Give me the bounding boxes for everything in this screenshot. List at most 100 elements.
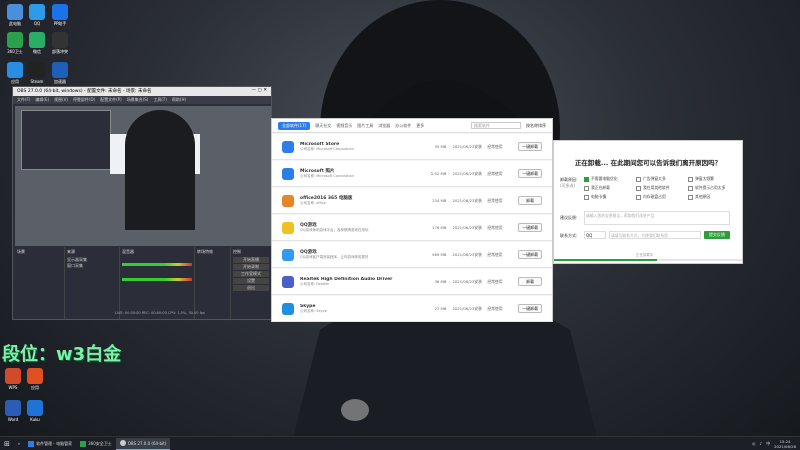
reason-checkbox[interactable]: 内存磁盘占用 [636,194,666,200]
reason-checkbox[interactable]: 软件提示占用太多 [688,185,725,191]
checkbox-box[interactable] [584,185,589,191]
taskbar-item[interactable]: 360安全卫士 [76,438,116,450]
exit-button[interactable]: 退出 [233,285,269,291]
contact-type-select[interactable]: QQ [584,231,606,239]
menu-file[interactable]: 文件(F) [17,97,30,103]
uninstall-survey-dialog[interactable]: 正在卸载... 在此期间您可以告诉我们离开原因吗？ 卸载原因: (可多选) 不需… [553,140,743,264]
obs-menu-bar: 文件(F) 编辑(E) 视图(V) 停靠部件(D) 配置文件(P) 场景集合(S) 工具(T… [13,96,271,104]
checkbox-box[interactable] [688,194,693,200]
obs-preview[interactable] [15,106,271,246]
mixer-dock[interactable]: 混音器 [120,247,195,319]
checkbox-box[interactable] [636,176,641,182]
tab-chat[interactable]: 聊天社交 [315,123,331,129]
desktop-icon[interactable]: 部落冲突 [47,32,73,55]
menu-view[interactable]: 视图(V) [54,97,68,103]
start-recording-button[interactable]: 开始录制 [233,264,269,270]
software-size: 36 MB [434,279,447,284]
kuku-icon [27,400,43,416]
uninstall-button[interactable]: 一键卸载 [518,142,543,151]
steam-icon [29,62,45,78]
contact-input[interactable]: 请填写联系方式，方便我们联系您 [609,231,701,239]
usage-frequency: 经常使用 [487,251,503,257]
tab-image-tools[interactable]: 图片工具 [357,123,373,129]
desktop-icon[interactable]: PP助手 [47,4,73,27]
software-row: Microsoft 照片 公司名称: Microsoft Corporation … [272,161,552,187]
dock-title: 场景 [17,249,25,254]
reason-checkbox[interactable]: 广告弹窗太多 [636,176,666,182]
checkbox-box[interactable] [636,194,641,200]
controls-dock[interactable]: 控制 开始直播 开始录制 工作室模式 设置 退出 [231,247,271,319]
transitions-dock[interactable]: 转场特效 [195,247,231,319]
progress-text: 正在卸载中 [636,253,654,257]
reason-checkbox[interactable]: 我在用其他软件 [636,185,670,191]
checkbox-box[interactable] [584,176,589,182]
uninstall-button[interactable]: 一键卸载 [518,169,543,178]
checkbox-box[interactable] [688,185,693,191]
checkbox-box[interactable] [636,185,641,191]
software-row: Realtek High Definition Audio Driver 公司名称… [272,269,552,295]
install-date: 2021/06/23安装 [452,278,482,284]
dock-title: 来源 [67,249,75,254]
word-icon [5,400,21,416]
taskbar-item[interactable]: 软件管理 - 电脑管家 [24,438,76,450]
uninstall-button[interactable]: 卸载 [518,277,543,286]
start-button[interactable]: ⊞ [0,438,14,450]
volume-meter[interactable] [122,263,192,266]
tab-more[interactable]: 更多 [416,123,424,129]
pp-icon [52,4,68,20]
app-icon [282,275,294,288]
software-desc: 公司名称: office [300,201,326,205]
suggest-textarea[interactable]: 请输入您的宝贵意见，帮助我们改进产品 [584,211,730,225]
menu-profile[interactable]: 配置文件(P) [100,97,122,103]
network-icon[interactable]: ◎ [752,441,756,446]
uninstall-button[interactable]: 卸载 [518,196,543,205]
desktop-icon[interactable]: Kuku [22,400,48,422]
settings-button[interactable]: 设置 [233,278,269,284]
scenes-dock[interactable]: 场景 [15,247,65,319]
checkbox-box[interactable] [688,176,693,182]
menu-docks[interactable]: 停靠部件(D) [73,97,95,103]
start-streaming-button[interactable]: 开始直播 [233,257,269,263]
obs-docks: 场景 来源 显示器采集 窗口采集 混音器 转场特效 控制 开始直播 开始录制 工作… [15,247,271,319]
obs-window[interactable]: OBS 27.0.0 (64-bit, windows) - 配置文件: 未命名… [12,86,272,320]
window-controls[interactable]: — ▢ ✕ [252,88,267,95]
search-input[interactable]: 搜索软件 [471,122,521,129]
ime-indicator[interactable]: 中 [766,441,770,447]
software-uninstaller-window[interactable]: 全部软件(17) 聊天社交 视频音乐 图片工具 浏览器 办公软件 更多 搜索软件… [271,118,553,322]
uninstall-button[interactable]: 一键卸载 [518,223,543,232]
tab-all-software[interactable]: 全部软件(17) [278,121,311,130]
reason-checkbox[interactable]: 其他原因 [688,194,710,200]
volume-icon[interactable]: ♪ [760,441,763,446]
desktop-icon[interactable]: 应用 [22,368,48,391]
menu-tools[interactable]: 工具(T) [153,97,167,103]
tab-browsers[interactable]: 浏览器 [378,123,390,129]
submit-feedback-button[interactable]: 提交反馈 [704,231,730,239]
clock[interactable]: 15:24 2021/06/28 [774,439,796,449]
volume-meter[interactable] [122,278,192,281]
taskbar-item[interactable]: OBS 27.0.0 (64-bit) [115,437,171,450]
sort-dropdown[interactable]: 按名称排序 [526,123,546,129]
menu-scene-collection[interactable]: 场景集合(S) [127,97,149,103]
studio-mode-button[interactable]: 工作室模式 [233,271,269,277]
software-desc: 公司名称: Realtek [300,281,330,286]
dock-title: 转场特效 [197,249,213,254]
install-date: 2021/06/23安装 [452,170,482,176]
obs-status-bar: LIVE: 00:00:00 REC: 00:00:00 CPU: 1.5%, … [115,311,205,315]
tab-office[interactable]: 办公软件 [395,123,411,129]
uninstall-button[interactable]: 一键卸载 [518,250,543,259]
reason-checkbox[interactable]: 弹窗太频繁 [688,176,714,182]
tab-media[interactable]: 视频音乐 [336,123,352,129]
menu-help[interactable]: 帮助(H) [172,97,186,103]
reason-checkbox[interactable]: 电脑卡慢 [584,194,606,200]
reason-checkbox[interactable]: 不需要电脑优化 [584,176,618,182]
reason-checkbox[interactable]: 我正在卸载 [584,185,610,191]
uninstall-button[interactable]: 一键卸载 [518,304,543,313]
software-size: 27 MB [434,306,447,311]
obs-title-bar[interactable]: OBS 27.0.0 (64-bit, windows) - 配置文件: 未命名… [13,87,271,96]
menu-edit[interactable]: 编辑(E) [35,97,49,103]
search-icon[interactable]: ⌕ [14,438,24,450]
source-item[interactable]: 窗口采集 [67,263,117,269]
checkbox-box[interactable] [584,194,589,200]
sources-dock[interactable]: 来源 显示器采集 窗口采集 [65,247,120,319]
desktop-icon[interactable]: 加速器 [47,62,73,85]
